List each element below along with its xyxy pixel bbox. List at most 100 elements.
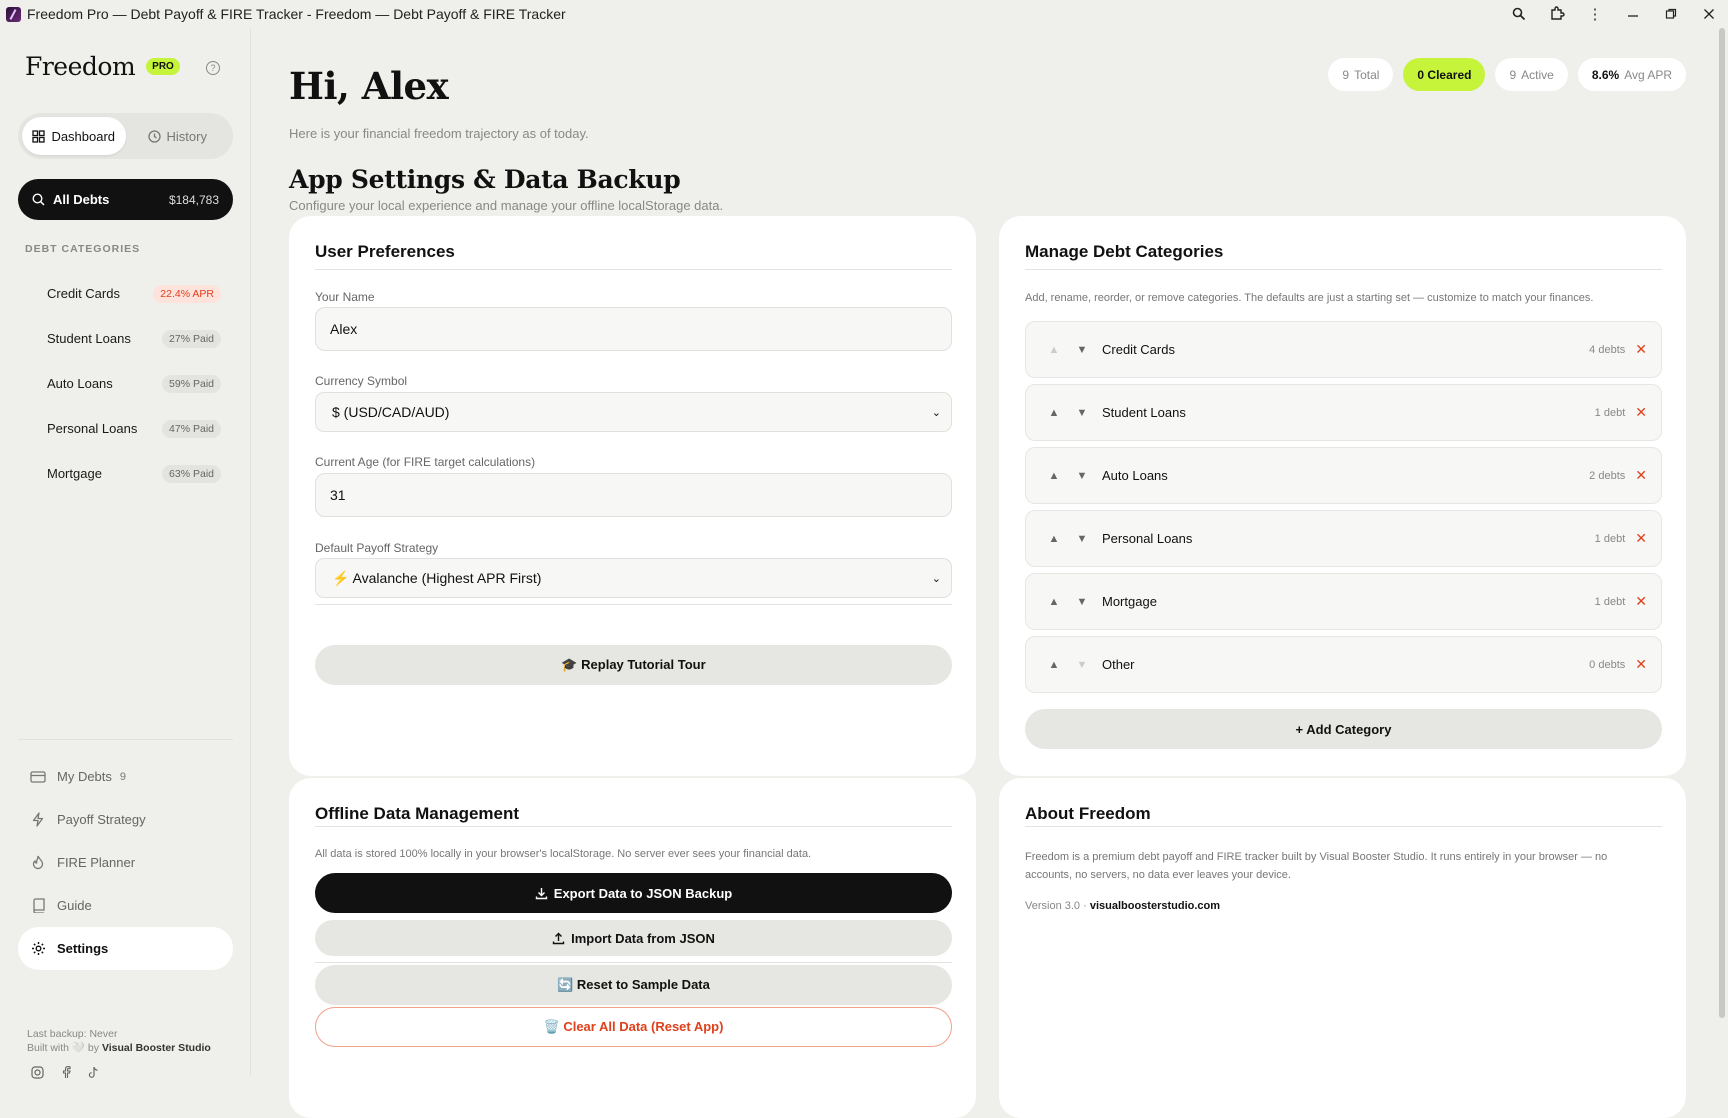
category-row-name[interactable]: Personal Loans: [1102, 531, 1595, 546]
category-row-name[interactable]: Other: [1102, 657, 1589, 672]
replay-tour-button[interactable]: 🎓 Replay Tutorial Tour: [315, 645, 952, 685]
kebab-menu-icon[interactable]: ⋮: [1576, 0, 1614, 28]
nav-label: My Debts: [57, 769, 112, 784]
clear-all-data-button[interactable]: 🗑️ Clear All Data (Reset App): [315, 1007, 952, 1047]
move-down-icon[interactable]: ▼: [1068, 533, 1096, 545]
import-json-button[interactable]: Import Data from JSON: [315, 920, 952, 956]
strategy-select[interactable]: ⚡ Avalanche (Highest APR First) ⌄: [315, 558, 952, 598]
age-input[interactable]: 31: [315, 473, 952, 517]
category-badge: 47% Paid: [162, 419, 221, 438]
manage-categories-card: Manage Debt Categories Add, rename, reor…: [999, 216, 1686, 776]
strategy-label: Default Payoff Strategy: [315, 541, 439, 555]
social-links: [31, 1066, 99, 1082]
move-down-icon[interactable]: ▼: [1068, 596, 1096, 608]
delete-icon[interactable]: ✕: [1635, 530, 1647, 547]
window-titlebar: Freedom Pro — Debt Payoff & FIRE Tracker…: [0, 0, 1728, 28]
nav-guide[interactable]: Guide: [18, 884, 233, 927]
move-down-icon[interactable]: ▼: [1068, 470, 1096, 482]
category-row-count: 1 debt: [1594, 406, 1626, 419]
move-down-icon[interactable]: ▼: [1068, 407, 1096, 419]
sidebar-category-mortgage[interactable]: Mortgage 63% Paid: [18, 451, 233, 496]
manage-description: Add, rename, reorder, or remove categori…: [1025, 292, 1594, 304]
delete-icon[interactable]: ✕: [1635, 404, 1647, 421]
move-up-icon[interactable]: ▲: [1040, 596, 1068, 608]
delete-icon[interactable]: ✕: [1635, 593, 1647, 610]
currency-select[interactable]: $ (USD/CAD/AUD) ⌄: [315, 392, 952, 432]
divider: [315, 604, 952, 605]
sidebar: Freedom PRO ? Dashboard History All Debt…: [0, 28, 251, 1079]
book-icon: [30, 898, 46, 913]
divider: [315, 962, 952, 963]
category-row-count: 0 debts: [1589, 658, 1626, 671]
nav-label: Settings: [57, 941, 109, 956]
minimize-icon[interactable]: [1614, 0, 1652, 28]
chip-avg-apr[interactable]: 8.6% Avg APR: [1577, 58, 1686, 91]
chip-active[interactable]: 9 Active: [1495, 58, 1568, 91]
move-up-icon[interactable]: ▲: [1040, 533, 1068, 545]
move-up-icon[interactable]: ▲: [1040, 407, 1068, 419]
category-row-name[interactable]: Student Loans: [1102, 405, 1595, 420]
export-label: Export Data to JSON Backup: [553, 885, 733, 901]
close-window-icon[interactable]: [1690, 0, 1728, 28]
nav-payoff-strategy[interactable]: Payoff Strategy: [18, 798, 233, 841]
restore-icon[interactable]: [1652, 0, 1690, 28]
category-badge: 22.4% APR: [153, 284, 221, 303]
move-up-icon[interactable]: ▲: [1040, 659, 1068, 671]
card-title: Offline Data Management: [315, 804, 520, 823]
sidebar-category-credit-cards[interactable]: Credit Cards 22.4% APR: [18, 271, 233, 316]
sidebar-divider: [18, 739, 233, 740]
nav-label: Guide: [57, 898, 92, 913]
chevron-down-icon: ⌄: [931, 406, 941, 419]
version-text: Version 3.0 ·: [1025, 900, 1087, 912]
instagram-icon[interactable]: [31, 1066, 44, 1082]
chevron-down-icon: ⌄: [931, 572, 941, 585]
brand-name: Freedom: [25, 52, 136, 81]
card-title: About Freedom: [1025, 804, 1151, 823]
move-up-icon[interactable]: ▲: [1040, 344, 1068, 356]
move-down-icon[interactable]: ▼: [1068, 659, 1096, 671]
nav-fire-planner[interactable]: FIRE Planner: [18, 841, 233, 884]
move-up-icon[interactable]: ▲: [1040, 470, 1068, 482]
scrollbar[interactable]: [1719, 28, 1725, 1018]
category-name: Mortgage: [47, 466, 102, 481]
sidebar-category-auto-loans[interactable]: Auto Loans 59% Paid: [18, 361, 233, 406]
help-icon[interactable]: ?: [206, 61, 220, 75]
category-row-name[interactable]: Credit Cards: [1102, 342, 1589, 357]
nav-my-debts[interactable]: My Debts 9: [18, 755, 233, 798]
all-debts-button[interactable]: All Debts $184,783: [18, 179, 233, 220]
extensions-icon[interactable]: [1538, 0, 1576, 28]
tab-history[interactable]: History: [126, 117, 230, 155]
tab-dashboard[interactable]: Dashboard: [22, 117, 126, 155]
window-title: Freedom Pro — Debt Payoff & FIRE Tracker…: [27, 6, 566, 22]
gear-icon: [30, 941, 46, 956]
greeting-subtitle: Here is your financial freedom trajector…: [289, 126, 589, 141]
add-category-button[interactable]: + Add Category: [1025, 709, 1662, 749]
delete-icon[interactable]: ✕: [1635, 341, 1647, 358]
category-row-name[interactable]: Mortgage: [1102, 594, 1595, 609]
website-link[interactable]: visualboosterstudio.com: [1090, 900, 1220, 912]
chip-total[interactable]: 9 Total: [1328, 58, 1394, 91]
version-line: Version 3.0 · visualboosterstudio.com: [1025, 900, 1220, 912]
about-text: Freedom is a premium debt payoff and FIR…: [1025, 851, 1608, 881]
total-label: Total: [1354, 67, 1380, 82]
reset-sample-button[interactable]: 🔄 Reset to Sample Data: [315, 965, 952, 1005]
sidebar-category-personal-loans[interactable]: Personal Loans 47% Paid: [18, 406, 233, 451]
delete-icon[interactable]: ✕: [1635, 656, 1647, 673]
category-row-name[interactable]: Auto Loans: [1102, 468, 1589, 483]
nav-settings[interactable]: Settings: [18, 927, 233, 970]
tiktok-icon[interactable]: [88, 1066, 99, 1082]
flame-icon: [30, 855, 46, 870]
zoom-icon[interactable]: [1500, 0, 1538, 28]
export-json-button[interactable]: Export Data to JSON Backup: [315, 873, 952, 913]
brand: Freedom PRO: [25, 52, 180, 81]
name-input[interactable]: Alex: [315, 307, 952, 351]
move-down-icon[interactable]: ▼: [1068, 344, 1096, 356]
sidebar-category-student-loans[interactable]: Student Loans 27% Paid: [18, 316, 233, 361]
active-count: 9: [1509, 67, 1517, 82]
delete-icon[interactable]: ✕: [1635, 467, 1647, 484]
chip-cleared[interactable]: 0 Cleared: [1403, 58, 1486, 91]
studio-link[interactable]: Visual Booster Studio: [102, 1042, 211, 1054]
credit-card-icon: [30, 770, 46, 783]
upload-icon: [552, 932, 565, 944]
facebook-icon[interactable]: [61, 1066, 71, 1082]
